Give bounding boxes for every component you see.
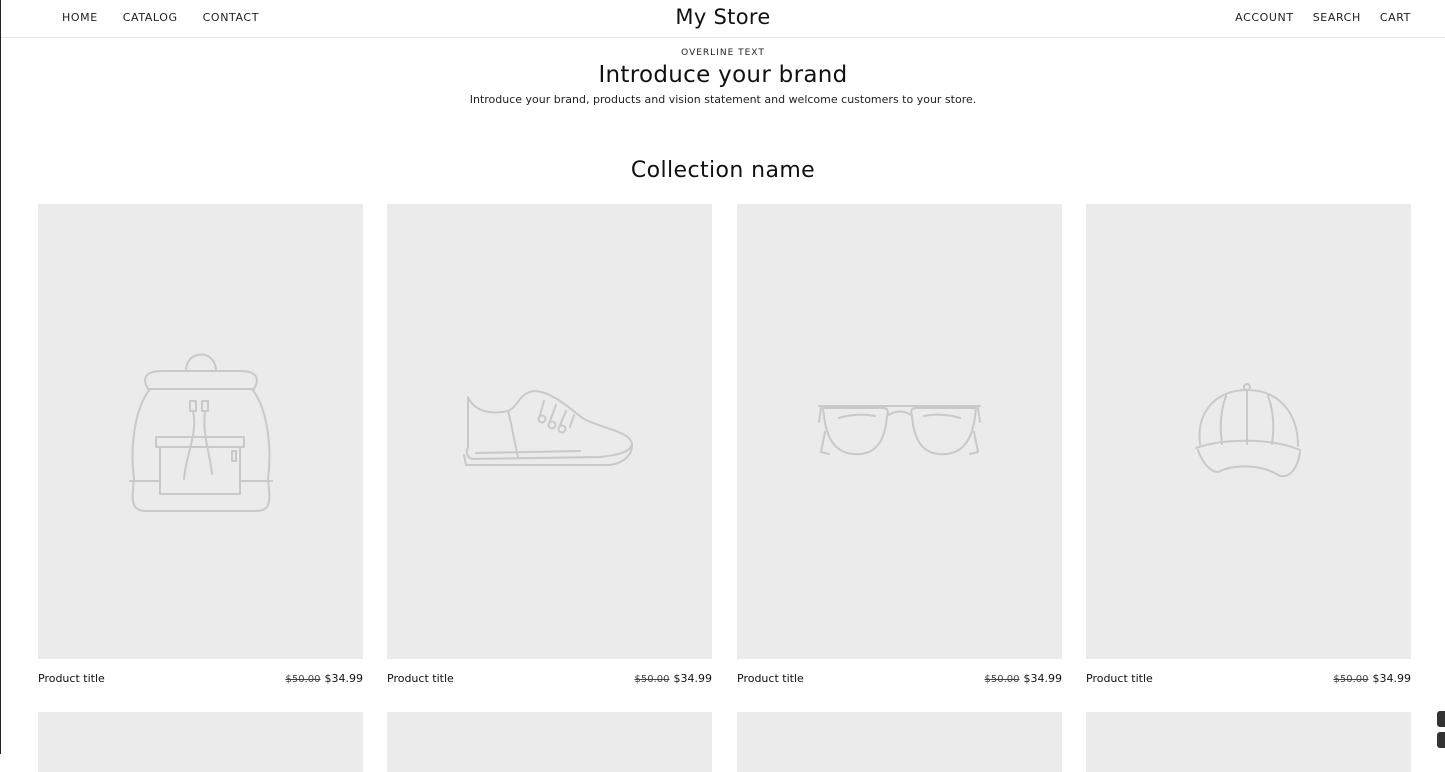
collection-title: Collection name (630, 158, 816, 183)
product-image[interactable] (1086, 204, 1411, 659)
product-title[interactable]: Product title (737, 672, 804, 685)
product-meta: Product title $50.00 $34.99 (387, 672, 712, 685)
product-image[interactable] (1086, 712, 1411, 772)
product-image[interactable] (387, 204, 712, 659)
nav-right: ACCOUNT SEARCH CART (1235, 11, 1411, 24)
brand-intro-section: OVERLINE TEXT Introduce your brand Intro… (1, 48, 1445, 106)
product-image[interactable] (38, 204, 363, 659)
site-header: HOME CATALOG CONTACT My Store ACCOUNT SE… (1, 0, 1445, 38)
product-title[interactable]: Product title (1086, 672, 1153, 685)
sneaker-icon (462, 390, 633, 466)
side-widget-button[interactable] (1437, 732, 1445, 748)
nav-search-link[interactable]: SEARCH (1313, 11, 1361, 24)
side-widget-button[interactable] (1437, 711, 1445, 727)
backpack-icon (128, 353, 273, 512)
sunglasses-icon (818, 404, 981, 455)
compare-price: $50.00 (1333, 674, 1369, 685)
product-meta: Product title $50.00 $34.99 (1086, 672, 1411, 685)
nav-cart-link[interactable]: CART (1380, 11, 1411, 24)
intro-text: Introduce your brand, products and visio… (469, 93, 977, 106)
product-meta: Product title $50.00 $34.99 (737, 672, 1062, 685)
product-image[interactable] (737, 204, 1062, 659)
product-price: $50.00 $34.99 (286, 672, 364, 685)
sale-price: $34.99 (673, 672, 713, 685)
compare-price: $50.00 (634, 674, 670, 685)
sale-price: $34.99 (1372, 672, 1412, 685)
product-card[interactable]: Product title $50.00 $34.99 (387, 204, 712, 685)
sale-price: $34.99 (324, 672, 364, 685)
compare-price: $50.00 (984, 674, 1020, 685)
intro-heading: Introduce your brand (598, 62, 848, 88)
product-price: $50.00 $34.99 (1334, 672, 1412, 685)
overline-text: OVERLINE TEXT (681, 48, 765, 58)
product-card[interactable]: Product title $50.00 $34.99 (737, 204, 1062, 685)
store-title[interactable]: My Store (1, 5, 1445, 29)
compare-price: $50.00 (285, 674, 321, 685)
product-card[interactable]: Product title $50.00 $34.99 (1086, 204, 1411, 685)
cap-icon (1194, 382, 1301, 477)
product-image[interactable] (387, 712, 712, 772)
sale-price: $34.99 (1023, 672, 1063, 685)
nav-account-link[interactable]: ACCOUNT (1235, 11, 1294, 24)
product-title[interactable]: Product title (38, 672, 105, 685)
product-image[interactable] (38, 712, 363, 772)
product-meta: Product title $50.00 $34.99 (38, 672, 363, 685)
product-price: $50.00 $34.99 (985, 672, 1063, 685)
product-price: $50.00 $34.99 (635, 672, 713, 685)
product-card[interactable]: Product title $50.00 $34.99 (38, 204, 363, 685)
product-image[interactable] (737, 712, 1062, 772)
product-title[interactable]: Product title (387, 672, 454, 685)
